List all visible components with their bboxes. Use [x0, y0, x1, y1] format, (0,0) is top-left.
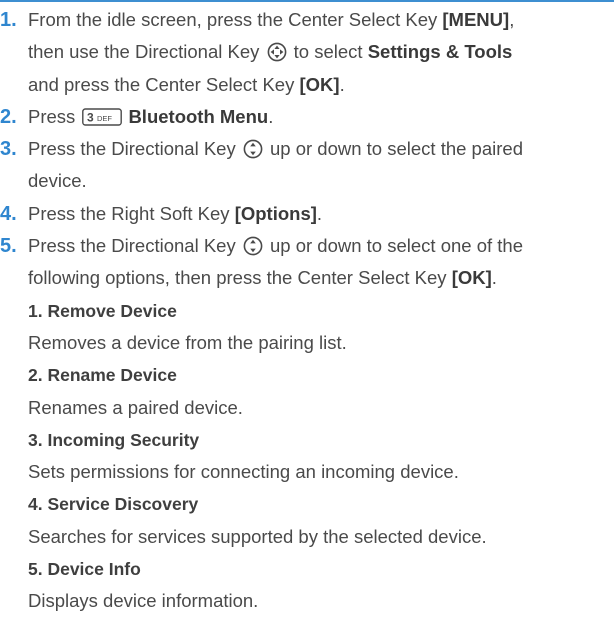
step-3: 3. Press the Directional Key up or down t… — [0, 133, 614, 165]
key-3-def-icon: 3 DEF — [82, 104, 123, 136]
step-1-continued: then use the Directional Key to select S… — [0, 36, 614, 68]
option-title: 1. Remove Device — [0, 295, 614, 327]
step-text: and press the Center Select Key — [28, 73, 300, 95]
punctuation: . — [268, 105, 274, 127]
punctuation: . — [339, 73, 345, 95]
option-description: Renames a paired device. — [0, 392, 614, 424]
option-description-text: Renames a paired device. — [28, 396, 243, 418]
step-text: up or down to select one of the — [264, 235, 523, 257]
option-title-text: 4. Service Discovery — [28, 494, 199, 515]
punctuation: . — [316, 202, 323, 224]
option-description: Searches for services supported by the s… — [0, 521, 614, 553]
step-text: Press — [28, 105, 81, 127]
settings-tools-label: Settings & Tools — [367, 41, 513, 63]
options-key-label: [Options] — [234, 202, 317, 224]
step-5-continued: following options, then press the Center… — [0, 262, 614, 294]
step-text: From the idle screen, press the Center S… — [28, 9, 443, 30]
option-title-text: 1. Remove Device — [28, 300, 177, 321]
option-description-text: Sets permissions for connecting an incom… — [28, 461, 459, 483]
step-number: 1. — [0, 9, 17, 31]
step-text: then use the Directional Key — [28, 41, 265, 63]
option-title-text: 3. Incoming Security — [28, 429, 200, 450]
svg-text:3: 3 — [87, 110, 94, 124]
option-title: 3. Incoming Security — [0, 424, 614, 456]
step-text: Press the Directional Key — [28, 235, 241, 257]
step-1-continued-2: and press the Center Select Key [OK]. — [0, 69, 614, 101]
step-number: 5. — [0, 235, 17, 258]
option-title-text: 5. Device Info — [28, 559, 141, 580]
option-title: 5. Device Info — [0, 553, 614, 585]
option-description: Removes a device from the pairing list. — [0, 327, 614, 359]
option-description-text: Removes a device from the pairing list. — [28, 331, 347, 353]
bluetooth-menu-label: Bluetooth Menu — [128, 105, 269, 127]
step-text: up or down to select the paired — [264, 138, 523, 160]
option-title: 2. Rename Device — [0, 359, 614, 391]
punctuation: , — [509, 9, 515, 30]
svg-text:DEF: DEF — [97, 114, 112, 123]
menu-key-label: [MENU] — [442, 9, 510, 30]
step-number: 3. — [0, 138, 17, 161]
step-text: following options, then press the Center… — [28, 267, 452, 289]
option-title: 4. Service Discovery — [0, 488, 614, 520]
step-text: to select — [288, 41, 368, 63]
option-description: Sets permissions for connecting an incom… — [0, 456, 614, 488]
step-number: 4. — [0, 202, 17, 225]
option-description-text: Displays device information. — [28, 590, 259, 612]
top-divider — [0, 0, 614, 2]
step-text: device. — [28, 170, 87, 192]
step-5: 5. Press the Directional Key up or down t… — [0, 230, 614, 262]
ok-key-label: [OK] — [299, 73, 340, 95]
instructions: 1. From the idle screen, press the Center… — [0, 4, 614, 618]
step-4: 4. Press the Right Soft Key [Options]. — [0, 198, 614, 230]
step-2: 2. Press 3 DEF Bluetooth Menu. — [0, 101, 614, 133]
step-1: 1. From the idle screen, press the Center… — [0, 4, 614, 36]
option-title-text: 2. Rename Device — [28, 365, 177, 386]
step-number: 2. — [0, 105, 17, 128]
ok-key-label: [OK] — [451, 267, 492, 289]
option-description-text: Searches for services supported by the s… — [28, 525, 487, 547]
option-description: Displays device information. — [0, 585, 614, 617]
punctuation: . — [491, 267, 497, 289]
step-text: Press the Directional Key — [28, 138, 241, 160]
step-text: Press the Right Soft Key — [28, 202, 235, 224]
step-3-continued: device. — [0, 165, 614, 197]
